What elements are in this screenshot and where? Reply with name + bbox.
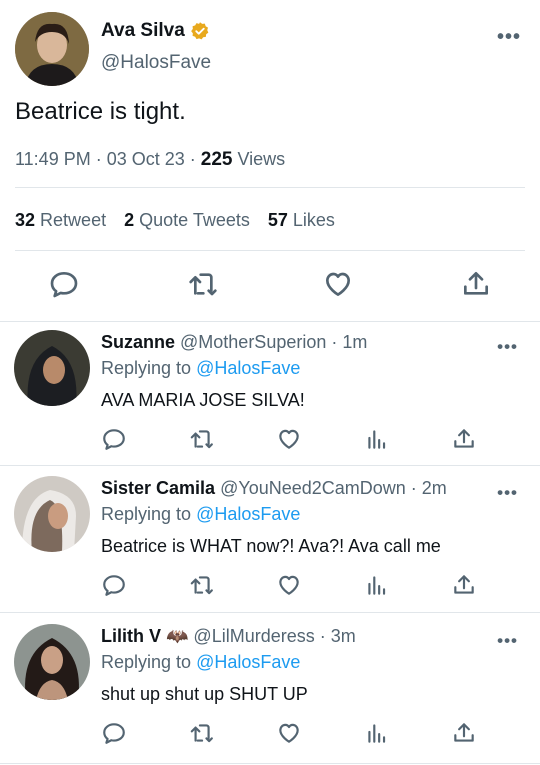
reply-tweet[interactable]: Lilith V 🦇 @LilMurderess · 3m ••• Replyi… — [0, 624, 540, 758]
author-name-text[interactable]: Ava Silva — [101, 20, 185, 42]
quotes-count: 2 — [124, 210, 135, 230]
reply-actions — [0, 572, 540, 600]
tweet-date[interactable]: 03 Oct 23 — [107, 149, 185, 170]
replying-handle-link[interactable]: @HalosFave — [196, 652, 300, 672]
reply-actions — [0, 426, 540, 454]
reply-text: shut up shut up SHUT UP — [101, 684, 308, 704]
verified-badge-icon — [190, 22, 209, 40]
analytics-icon[interactable] — [364, 572, 390, 598]
likes-count: 57 — [267, 210, 288, 230]
like-icon[interactable] — [276, 720, 302, 746]
reply-time[interactable]: 1m — [342, 332, 367, 353]
tweet-text: Beatrice is tight. — [15, 98, 186, 125]
main-tweet-actions — [0, 268, 540, 304]
divider — [0, 465, 540, 466]
retweets-stat[interactable]: 32 Retweet — [15, 210, 106, 231]
share-icon[interactable] — [460, 268, 492, 300]
reply-icon[interactable] — [101, 572, 127, 598]
reply-tweet[interactable]: Suzanne @MotherSuperion · 1m ••• Replyin… — [0, 330, 540, 464]
retweets-count: 32 — [15, 210, 36, 230]
more-options-icon[interactable]: ••• — [497, 27, 521, 47]
reply-author-handle[interactable]: @LilMurderess — [193, 626, 314, 647]
retweet-icon[interactable] — [188, 720, 214, 746]
reply-actions — [0, 720, 540, 748]
retweet-icon[interactable] — [188, 572, 214, 598]
author-handle[interactable]: @HalosFave — [101, 52, 211, 74]
reply-header: Lilith V 🦇 @LilMurderess · 3m — [101, 626, 356, 647]
divider — [0, 321, 540, 322]
divider — [0, 763, 540, 764]
replying-to: Replying to @HalosFave — [101, 358, 300, 379]
reply-header: Suzanne @MotherSuperion · 1m — [101, 332, 367, 353]
views-label: Views — [237, 149, 286, 169]
main-tweet-header: Ava Silva @HalosFave ••• — [15, 10, 525, 90]
reply-author-name[interactable]: Sister Camila — [101, 478, 215, 499]
separator-dot: · — [189, 149, 196, 169]
avatar[interactable] — [14, 476, 90, 552]
reply-icon[interactable] — [101, 720, 127, 746]
replying-label: Replying to — [101, 652, 192, 672]
retweet-icon[interactable] — [188, 426, 214, 452]
reply-icon[interactable] — [48, 268, 80, 300]
reply-text: AVA MARIA JOSE SILVA! — [101, 390, 305, 410]
retweets-label: Retweet — [40, 210, 107, 230]
avatar[interactable] — [14, 330, 90, 406]
tweet-stats: 32 Retweet 2 Quote Tweets 57 Likes — [15, 210, 335, 231]
like-icon[interactable] — [276, 426, 302, 452]
reply-author-name[interactable]: Suzanne — [101, 332, 175, 353]
tweet-meta: 11:49 PM · 03 Oct 23 · 225 Views — [15, 149, 285, 171]
analytics-icon[interactable] — [364, 426, 390, 452]
reply-time[interactable]: 3m — [331, 626, 356, 647]
retweet-icon[interactable] — [186, 268, 218, 300]
avatar[interactable] — [15, 12, 89, 86]
replying-label: Replying to — [101, 358, 192, 378]
replying-to: Replying to @HalosFave — [101, 504, 300, 525]
avatar[interactable] — [14, 624, 90, 700]
more-options-icon[interactable]: ••• — [497, 484, 518, 501]
quotes-label: Quote Tweets — [139, 210, 250, 230]
replying-handle-link[interactable]: @HalosFave — [196, 504, 300, 524]
more-options-icon[interactable]: ••• — [497, 632, 518, 649]
replying-handle-link[interactable]: @HalosFave — [196, 358, 300, 378]
bat-emoji-icon: 🦇 — [166, 626, 189, 646]
views-count: 225 — [200, 149, 233, 170]
separator-dot: · — [410, 478, 417, 498]
reply-text: Beatrice is WHAT now?! Ava?! Ava call me — [101, 536, 441, 556]
divider — [15, 187, 525, 188]
tweet-time[interactable]: 11:49 PM — [15, 149, 91, 170]
analytics-icon[interactable] — [364, 720, 390, 746]
reply-author-handle[interactable]: @MotherSuperion — [180, 332, 326, 353]
replying-to: Replying to @HalosFave — [101, 652, 300, 673]
share-icon[interactable] — [451, 426, 477, 452]
like-icon[interactable] — [276, 572, 302, 598]
likes-stat[interactable]: 57 Likes — [268, 210, 335, 231]
separator-dot: · — [319, 626, 326, 646]
likes-label: Likes — [292, 210, 335, 230]
share-icon[interactable] — [451, 720, 477, 746]
share-icon[interactable] — [451, 572, 477, 598]
reply-tweet[interactable]: Sister Camila @YouNeed2CamDown · 2m ••• … — [0, 476, 540, 610]
reply-header: Sister Camila @YouNeed2CamDown · 2m — [101, 478, 447, 499]
reply-icon[interactable] — [101, 426, 127, 452]
more-options-icon[interactable]: ••• — [497, 338, 518, 355]
divider — [0, 612, 540, 613]
author-name[interactable]: Ava Silva — [101, 20, 210, 42]
separator-dot: · — [95, 149, 102, 169]
reply-time[interactable]: 2m — [422, 478, 447, 499]
replying-label: Replying to — [101, 504, 192, 524]
divider — [15, 250, 525, 251]
quotes-stat[interactable]: 2 Quote Tweets — [124, 210, 250, 231]
like-icon[interactable] — [322, 268, 354, 300]
separator-dot: · — [331, 332, 338, 352]
reply-author-name[interactable]: Lilith V — [101, 626, 161, 647]
reply-author-handle[interactable]: @YouNeed2CamDown — [220, 478, 406, 499]
